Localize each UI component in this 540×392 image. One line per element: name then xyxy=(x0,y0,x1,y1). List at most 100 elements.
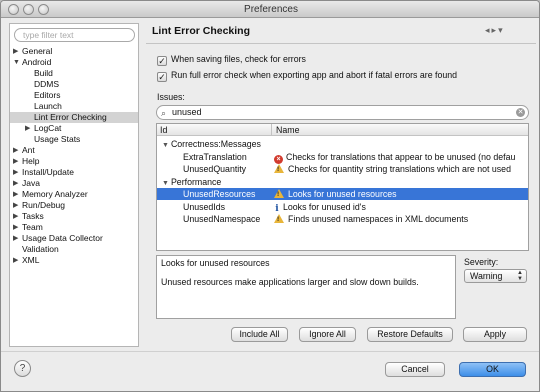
tree-item[interactable]: Validation xyxy=(10,244,138,255)
help-button[interactable]: ? xyxy=(14,360,31,377)
tree-item-label: Launch xyxy=(34,101,62,111)
tree-item-label: General xyxy=(22,46,53,56)
issue-id-cell: ExtraTranslation xyxy=(183,151,247,163)
severity-select[interactable]: Warning ▲ ▼ xyxy=(464,269,527,283)
checkbox-icon[interactable]: ✓ xyxy=(157,72,167,82)
window-title: Preferences xyxy=(244,4,298,15)
column-header-id[interactable]: Id xyxy=(160,124,167,136)
column-header-name[interactable]: Name xyxy=(271,124,299,136)
collapsed-triangle-icon[interactable]: ▶ xyxy=(13,211,18,222)
issue-row[interactable]: UnusedQuantity! Checks for quantity strin… xyxy=(157,163,528,175)
issue-id-cell: UnusedNamespace xyxy=(183,213,260,225)
issue-name-cell: ! Looks for unused resources xyxy=(271,188,528,200)
tree-item[interactable]: ▶ Ant xyxy=(10,145,138,156)
check-on-save-option[interactable]: ✓ When saving files, check for errors xyxy=(157,53,306,66)
tree-item-label: Team xyxy=(22,222,43,232)
tree-item-label: Help xyxy=(22,156,40,166)
collapsed-triangle-icon[interactable]: ▶ xyxy=(13,233,18,244)
issues-label: Issues: xyxy=(157,92,185,102)
collapsed-triangle-icon[interactable]: ▶ xyxy=(13,200,18,211)
collapsed-triangle-icon[interactable]: ▶ xyxy=(13,167,18,178)
issue-name: Looks for unused id's xyxy=(283,201,366,212)
ok-button[interactable]: OK xyxy=(459,362,526,377)
checkbox-icon[interactable]: ✓ xyxy=(157,56,167,66)
tree-item-label: DDMS xyxy=(34,79,60,89)
tree-item[interactable]: ▶ Help xyxy=(10,156,138,167)
issue-name: Looks for unused resources xyxy=(288,189,397,199)
collapsed-triangle-icon[interactable]: ▶ xyxy=(13,178,18,189)
tree-item[interactable]: Lint Error Checking xyxy=(10,112,138,123)
tree-item-label: Java xyxy=(22,178,40,188)
severity-value: Warning xyxy=(470,271,503,281)
tree-item-label: LogCat xyxy=(34,123,62,133)
check-on-export-option[interactable]: ✓ Run full error check when exporting app… xyxy=(157,69,457,82)
collapsed-triangle-icon[interactable]: ▶ xyxy=(25,123,30,134)
issue-category-row[interactable]: ▼ Performance xyxy=(157,176,528,188)
collapsed-triangle-icon[interactable]: ▶ xyxy=(13,156,18,167)
tree-item[interactable]: ▶ LogCat xyxy=(10,123,138,134)
tree-item-label: Lint Error Checking xyxy=(34,112,107,122)
expanded-triangle-icon[interactable]: ▼ xyxy=(13,57,20,68)
issue-id-cell: UnusedIds xyxy=(183,201,225,213)
tree-item-label: XML xyxy=(22,255,40,265)
warning-icon: ! xyxy=(274,164,284,173)
menu-dropdown-icon[interactable]: ▾ xyxy=(498,25,505,35)
severity-label: Severity: xyxy=(464,257,499,267)
close-window-icon[interactable] xyxy=(8,4,19,15)
issue-id: UnusedNamespace xyxy=(183,214,261,224)
tree-item-label: Editors xyxy=(34,90,61,100)
issue-name-cell: ! Checks for quantity string translations… xyxy=(271,163,528,175)
issue-name: Checks for quantity string translations … xyxy=(288,164,511,174)
issue-row[interactable]: ExtraTranslation × Checks for translations… xyxy=(157,151,528,164)
tree-item[interactable]: ▼ Android xyxy=(10,57,138,68)
issue-row[interactable]: UnusedNamespace! Finds unused namespaces … xyxy=(157,213,528,225)
tree-item-label: Run/Debug xyxy=(22,200,66,210)
tree-item[interactable]: ▶ Install/Update xyxy=(10,167,138,178)
tree-item-label: Usage Stats xyxy=(34,134,81,144)
tree-item[interactable]: ▶ Java xyxy=(10,178,138,189)
tree-item[interactable]: ▶ Run/Debug xyxy=(10,200,138,211)
tree-item-label: Tasks xyxy=(22,211,44,221)
apply-button[interactable]: Apply xyxy=(463,327,527,342)
tree-item[interactable]: ▶ Usage Data Collector xyxy=(10,233,138,244)
tree-item[interactable]: ▶ General xyxy=(10,46,138,57)
expanded-triangle-icon[interactable]: ▼ xyxy=(162,142,169,149)
issue-id: ExtraTranslation xyxy=(183,151,247,162)
issue-category-row[interactable]: ▼ Correctness:Messages xyxy=(157,138,528,150)
issue-row[interactable]: UnusedIds i Looks for unused id's xyxy=(157,201,528,214)
warning-icon: ! xyxy=(274,214,284,223)
collapsed-triangle-icon[interactable]: ▶ xyxy=(13,255,18,266)
select-arrows-icon: ▲ ▼ xyxy=(517,270,523,282)
minimize-window-icon[interactable] xyxy=(23,4,34,15)
tree-item[interactable]: Editors xyxy=(10,90,138,101)
issue-id: Performance xyxy=(170,176,222,187)
issues-search-input[interactable]: ⌕ unused ✕ xyxy=(156,105,529,120)
issue-description-body: Unused resources make applications large… xyxy=(161,277,419,287)
page-title: Lint Error Checking xyxy=(152,25,251,37)
clear-search-icon[interactable]: ✕ xyxy=(516,108,525,117)
zoom-window-icon[interactable] xyxy=(38,4,49,15)
restore-defaults-button[interactable]: Restore Defaults xyxy=(367,327,453,342)
tree-item[interactable]: ▶ Memory Analyzer xyxy=(10,189,138,200)
cancel-button[interactable]: Cancel xyxy=(385,362,445,377)
tree-item[interactable]: Build xyxy=(10,68,138,79)
issue-row[interactable]: UnusedResources! Looks for unused resourc… xyxy=(157,188,528,200)
filter-input[interactable]: type filter text xyxy=(14,28,135,42)
collapsed-triangle-icon[interactable]: ▶ xyxy=(13,46,18,57)
tree-item[interactable]: DDMS xyxy=(10,79,138,90)
tree-item[interactable]: ▶ Team xyxy=(10,222,138,233)
warning-icon: ! xyxy=(274,189,284,198)
collapsed-triangle-icon[interactable]: ▶ xyxy=(13,189,18,200)
tree-item[interactable]: ▶ XML xyxy=(10,255,138,266)
check-on-save-label: When saving files, check for errors xyxy=(171,54,306,64)
tree-item[interactable]: Launch xyxy=(10,101,138,112)
tree-item[interactable]: Usage Stats xyxy=(10,134,138,145)
collapsed-triangle-icon[interactable]: ▶ xyxy=(13,222,18,233)
expanded-triangle-icon[interactable]: ▼ xyxy=(162,180,169,187)
ignore-all-button[interactable]: Ignore All xyxy=(299,327,356,342)
collapsed-triangle-icon[interactable]: ▶ xyxy=(13,145,18,156)
issue-name: Checks for translations that appear to b… xyxy=(286,151,516,162)
search-icon: ⌕ xyxy=(161,108,167,118)
tree-item[interactable]: ▶ Tasks xyxy=(10,211,138,222)
include-all-button[interactable]: Include All xyxy=(231,327,288,342)
